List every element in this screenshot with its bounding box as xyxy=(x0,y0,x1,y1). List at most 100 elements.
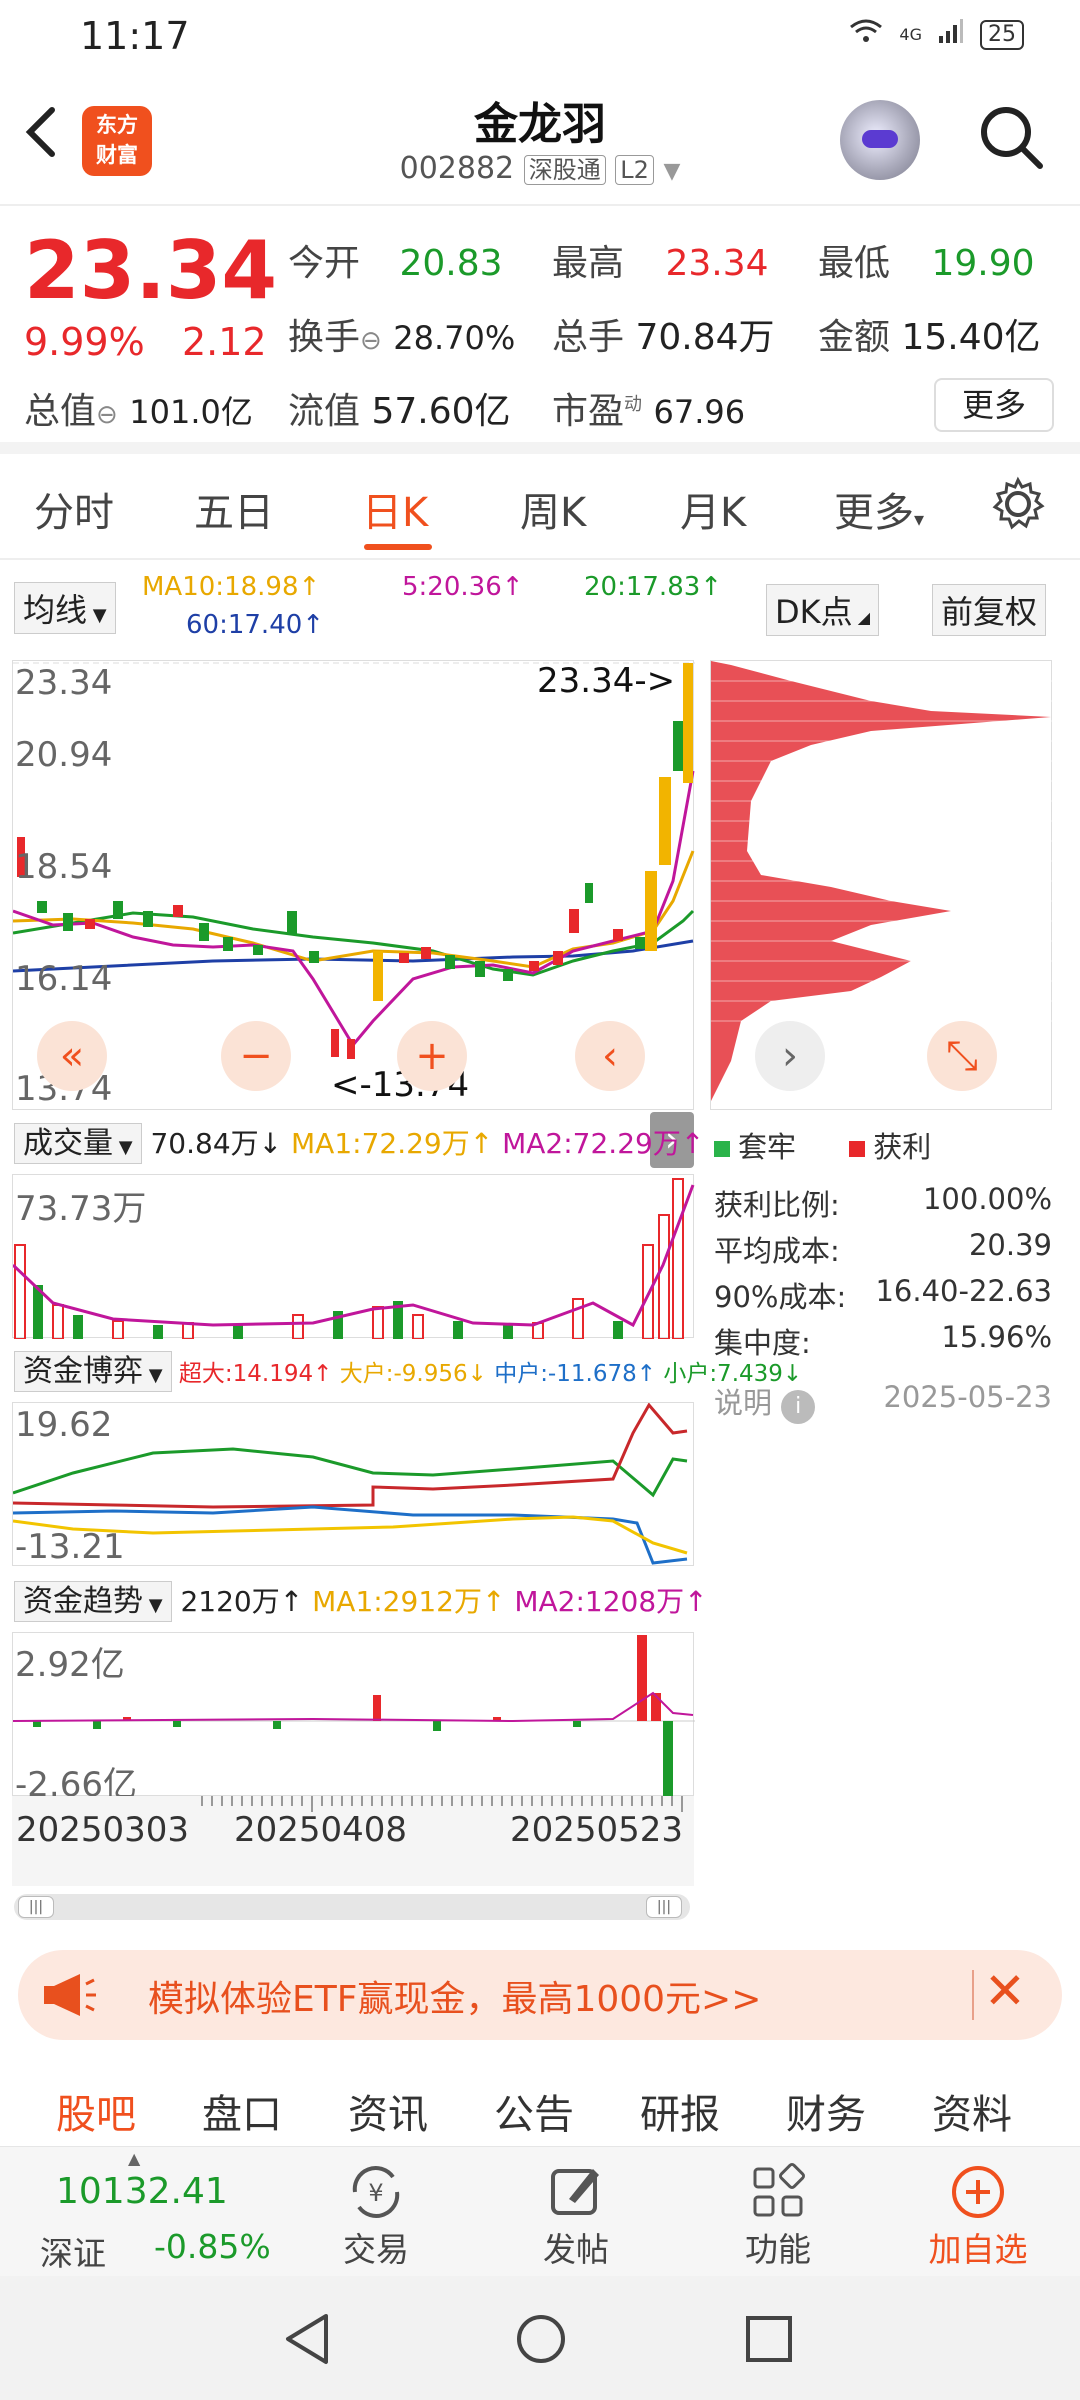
info-icon: i xyxy=(781,1390,816,1424)
functions-label: 功能 xyxy=(745,2230,811,2269)
caret-icon: ▼ xyxy=(87,605,107,626)
ma20-value: 20:17.83↑ xyxy=(584,572,723,602)
index-value[interactable]: 10132.41 xyxy=(56,2171,228,2212)
tab-more[interactable]: 更多▾ xyxy=(834,480,924,538)
volume-label: 总手 xyxy=(552,317,625,358)
connect-tag: 深股通 xyxy=(523,155,606,185)
more-button[interactable]: 更多 xyxy=(934,378,1054,432)
date-end: 20250523 xyxy=(510,1810,684,1850)
adjust-select[interactable]: 前复权 xyxy=(932,584,1047,636)
chip-stat-row: 平均成本: 20.39 xyxy=(714,1228,1052,1270)
open-label: 今开 xyxy=(288,243,361,284)
float-label: 流值 xyxy=(288,391,361,432)
candles xyxy=(17,663,693,1059)
fund-trend-chart[interactable]: 2.92亿 -2.66亿 xyxy=(12,1632,695,1805)
float-value: 57.60亿 xyxy=(371,391,511,432)
amount-label: 金额 xyxy=(818,317,891,358)
trade-button[interactable]: ¥ 交易 xyxy=(306,2161,446,2271)
zoom-out-button[interactable]: − xyxy=(221,1021,291,1091)
high-item: 最高 23.34 xyxy=(552,234,769,286)
turnover-item[interactable]: 换手⊖ 28.70% xyxy=(288,308,515,360)
nav-back-icon[interactable] xyxy=(282,2312,332,2370)
fund-game-select[interactable]: 资金博弈 ▼ xyxy=(14,1351,172,1392)
tab-five-day[interactable]: 五日 xyxy=(194,480,274,538)
nav-home-icon[interactable] xyxy=(514,2312,568,2370)
range-handle-left[interactable]: ||| xyxy=(18,1896,54,1918)
fund-trend-select-label: 资金趋势 xyxy=(23,1584,143,1619)
open-value: 20.83 xyxy=(399,243,503,284)
close-icon[interactable]: ✕ xyxy=(984,1962,1026,2020)
stock-code-row[interactable]: 002882 深股通 L2 ▼ xyxy=(0,150,1080,186)
promo-banner[interactable]: 模拟体验ETF赢现金，最高1000元>> ✕ xyxy=(18,1950,1062,2040)
high-label: 最高 xyxy=(552,243,625,284)
fullscreen-button[interactable]: ⤡ xyxy=(927,1021,997,1091)
tab-monthly-k[interactable]: 月K xyxy=(680,480,746,538)
stat-value: 15.96% xyxy=(941,1320,1052,1354)
fund-trend-select[interactable]: 资金趋势 ▼ xyxy=(14,1581,172,1622)
chart-tabs: 分时 五日 日K 周K 月K 更多▾ xyxy=(0,456,1080,560)
pe-item: 市盈动 67.96 xyxy=(552,382,745,434)
volume-select-label: 成交量 xyxy=(23,1126,113,1161)
stat-label: 平均成本: xyxy=(714,1234,840,1268)
stat-label: 获利比例: xyxy=(714,1188,840,1222)
zoom-in-button[interactable]: + xyxy=(397,1021,467,1091)
stat-value: 16.40-22.63 xyxy=(875,1274,1052,1308)
y-tick-2: 20.94 xyxy=(15,735,113,775)
next-day-button[interactable]: › xyxy=(755,1021,825,1091)
quote-panel: 23.34 9.99% 2.12 今开 20.83 最高 23.34 最低 19… xyxy=(0,208,1080,454)
add-watchlist-label: 加自选 xyxy=(928,2230,1028,2269)
tab-daily-k[interactable]: 日K xyxy=(362,480,428,538)
tab-weekly-k[interactable]: 周K xyxy=(520,480,586,538)
fund-game-chart[interactable]: 19.62 -13.21 xyxy=(12,1402,694,1567)
tab-financials[interactable]: 财务 xyxy=(786,2082,866,2140)
volume-header: 成交量 ▼ 70.84万↓ MA1:72.29万↑ MA2:72.29万↑ xyxy=(14,1118,704,1164)
dk-point-select[interactable]: DK点 ◢ xyxy=(766,584,880,636)
post-button[interactable]: 发帖 xyxy=(506,2161,646,2271)
super-large-value: 超大:14.194↑ xyxy=(178,1361,333,1387)
tab-forum[interactable]: 股吧 xyxy=(56,2082,136,2140)
fund-trend-ma1: MA1:2912万↑ xyxy=(312,1585,506,1618)
tab-intraday[interactable]: 分时 xyxy=(34,480,114,538)
tab-research[interactable]: 研报 xyxy=(640,2082,720,2140)
fund-game-header: 资金博弈 ▼ 超大:14.194↑ 大户:-9.956↓ 中户:-11.678↑… xyxy=(14,1346,802,1392)
tab-profile[interactable]: 资料 xyxy=(932,2082,1012,2140)
settings-icon[interactable] xyxy=(990,476,1046,536)
volume-select[interactable]: 成交量 ▼ xyxy=(14,1123,142,1164)
range-scrollbar[interactable]: ||| ||| xyxy=(14,1894,690,1920)
caret-up-icon: ▲ xyxy=(128,2149,141,2168)
volume-ma1: MA1:72.29万↑ xyxy=(291,1127,494,1160)
ma60-value: 60:17.40↑ xyxy=(186,610,325,640)
mktcap-item[interactable]: 总值⊖ 101.0亿 xyxy=(24,382,253,434)
chip-stat-row: 获利比例: 100.00% xyxy=(714,1182,1052,1224)
add-watchlist-button[interactable]: 加自选 xyxy=(908,2161,1048,2271)
nav-recents-icon[interactable] xyxy=(744,2314,794,2368)
functions-button[interactable]: 功能 xyxy=(708,2161,848,2271)
chip-legend: 套牢 获利 xyxy=(714,1124,931,1166)
fund-trend-max-label: 2.92亿 xyxy=(15,1645,125,1685)
scroll-left-fast-button[interactable]: « xyxy=(37,1021,107,1091)
search-button[interactable] xyxy=(976,102,1046,172)
tab-orderbook[interactable]: 盘口 xyxy=(202,2082,282,2140)
tab-announcements[interactable]: 公告 xyxy=(494,2082,574,2140)
low-item: 最低 19.90 xyxy=(818,234,1035,286)
active-tab-indicator xyxy=(364,544,432,550)
ma-select[interactable]: 均线 ▼ xyxy=(14,582,116,634)
stat-label: 90%成本: xyxy=(714,1280,847,1314)
banner-divider xyxy=(972,1970,974,2020)
volume-max-label: 73.73万 xyxy=(15,1189,147,1229)
kline-chart[interactable]: 23.34 20.94 18.54 16.14 13.74 23.34-> <-… xyxy=(12,660,695,1110)
tab-news[interactable]: 资讯 xyxy=(348,2082,428,2140)
change-percent: 9.99% xyxy=(24,320,145,364)
fund-game-min-label: -13.21 xyxy=(15,1527,125,1567)
volume-chart[interactable]: 73.73万 xyxy=(11,1174,695,1340)
chip-distribution-chart[interactable]: › ⤡ xyxy=(710,660,1053,1110)
scroll-left-button[interactable]: ‹ xyxy=(575,1021,645,1091)
fund-trend-ma-line xyxy=(12,1691,694,1723)
range-handle-right[interactable]: ||| xyxy=(646,1896,682,1918)
fund-trend-value: 2120万↑ xyxy=(180,1585,304,1618)
tab-more-label: 更多 xyxy=(834,490,914,536)
caret-icon: ▼ xyxy=(113,1137,133,1158)
mktcap-label: 总值 xyxy=(24,391,97,432)
volume-item: 总手 70.84万 xyxy=(552,308,775,360)
legend-trapped: 套牢 xyxy=(738,1130,797,1164)
